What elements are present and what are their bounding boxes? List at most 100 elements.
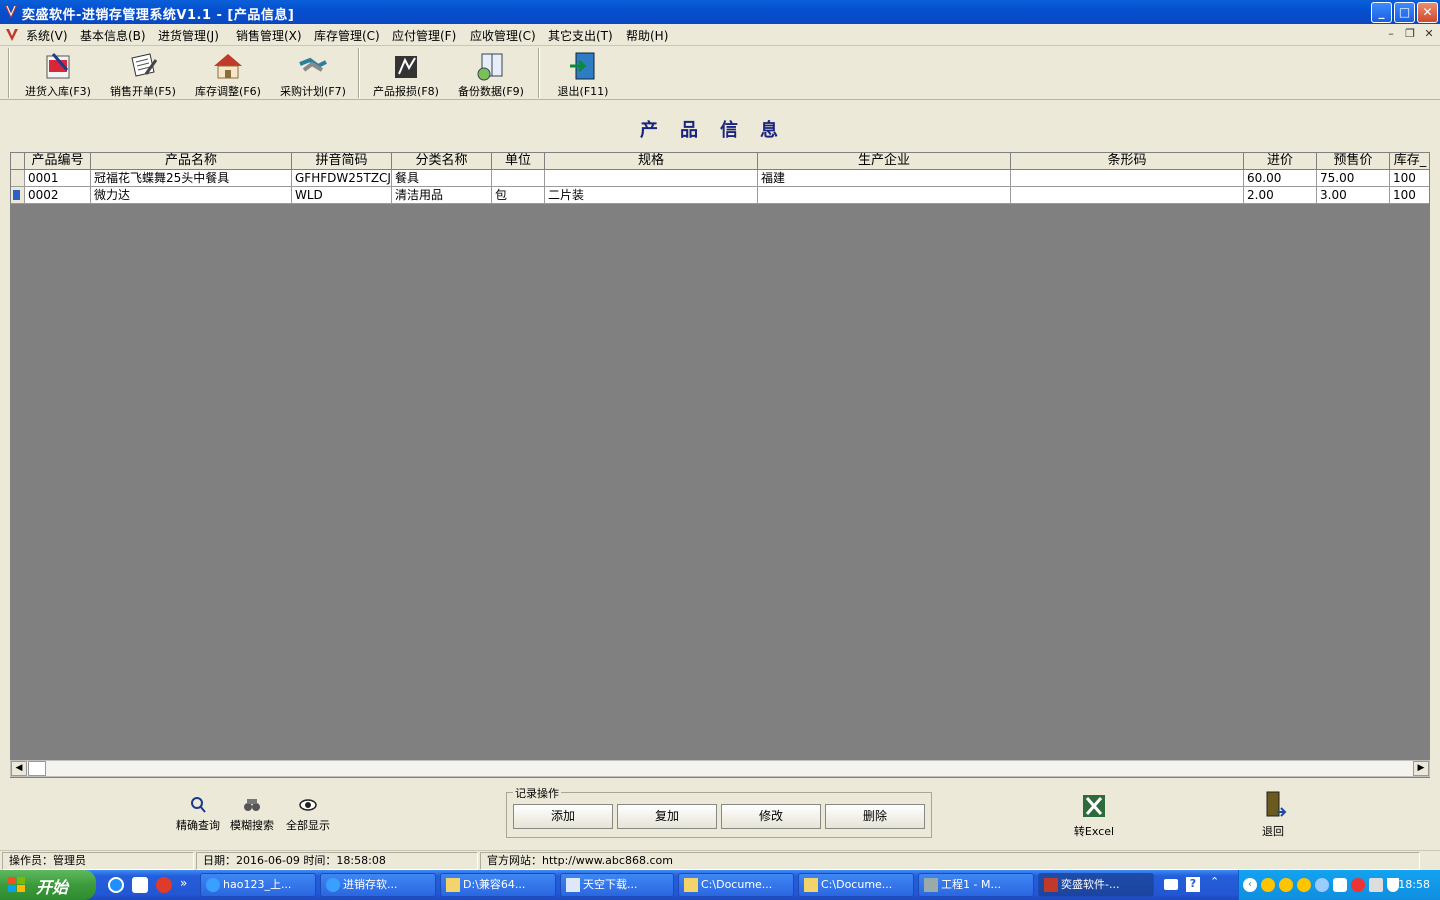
cell-price[interactable]: 3.00 bbox=[1317, 187, 1390, 204]
cell-unit[interactable] bbox=[492, 170, 545, 187]
taskbar-item[interactable]: 进销存软... bbox=[320, 873, 436, 897]
cell-barcode[interactable] bbox=[1011, 187, 1244, 204]
export-excel-button[interactable]: 转Excel bbox=[1064, 792, 1124, 839]
back-button[interactable]: 退回 bbox=[1248, 790, 1298, 839]
keyboard-icon[interactable] bbox=[1164, 879, 1178, 890]
maximize-button[interactable]: □ bbox=[1394, 2, 1415, 23]
exact-search-button[interactable]: 精确查询 bbox=[172, 796, 224, 833]
col-header-pinyin[interactable]: 拼音简码 bbox=[292, 153, 392, 170]
col-header-manufacturer[interactable]: 生产企业 bbox=[758, 153, 1011, 170]
status-bar: 操作员：管理员 日期：2016-06-09 时间：18:58:08 官方网站：h… bbox=[0, 850, 1440, 870]
col-header-name[interactable]: 产品名称 bbox=[91, 153, 292, 170]
cell-category[interactable]: 清洁用品 bbox=[392, 187, 492, 204]
taskbar-item[interactable]: 工程1 - M... bbox=[918, 873, 1034, 897]
col-header-spec[interactable]: 规格 bbox=[545, 153, 758, 170]
row-indicator[interactable] bbox=[11, 170, 25, 187]
cell-unit[interactable]: 包 bbox=[492, 187, 545, 204]
qq-tray-icon[interactable] bbox=[1261, 878, 1275, 892]
menu-sales[interactable]: 销售管理(X) bbox=[236, 27, 302, 44]
menu-receivables[interactable]: 应收管理(C) bbox=[470, 27, 536, 44]
col-header-unit[interactable]: 单位 bbox=[492, 153, 545, 170]
mdi-minimize-button[interactable]: – bbox=[1383, 27, 1399, 41]
edit-button[interactable]: 修改 bbox=[721, 804, 821, 829]
cell-spec[interactable] bbox=[545, 170, 758, 187]
taskbar-item[interactable]: 天空下载... bbox=[560, 873, 674, 897]
cell-price[interactable]: 75.00 bbox=[1317, 170, 1390, 187]
cell-code[interactable]: 0002 bbox=[25, 187, 91, 204]
col-header-price[interactable]: 预售价 bbox=[1317, 153, 1390, 170]
scroll-left-icon[interactable]: ◀ bbox=[11, 761, 27, 776]
cell-stock[interactable]: 100 bbox=[1390, 187, 1429, 204]
minimize-button[interactable]: _ bbox=[1371, 2, 1392, 23]
menu-purchase[interactable]: 进货管理(J) bbox=[158, 27, 219, 44]
quicklaunch-overflow-icon[interactable]: » bbox=[180, 876, 187, 890]
col-header-barcode[interactable]: 条形码 bbox=[1011, 153, 1244, 170]
qq-tray-icon[interactable] bbox=[1279, 878, 1293, 892]
menu-system[interactable]: 系统(V) bbox=[26, 27, 68, 44]
tray-expand-icon[interactable]: ⌃ bbox=[1210, 875, 1219, 888]
col-header-code[interactable]: 产品编号 bbox=[25, 153, 91, 170]
qq-tray-icon[interactable] bbox=[1297, 878, 1311, 892]
menu-help[interactable]: 帮助(H) bbox=[626, 27, 668, 44]
fuzzy-search-button[interactable]: 模糊搜索 bbox=[226, 796, 278, 833]
horizontal-scrollbar[interactable]: ◀ ▶ bbox=[10, 760, 1430, 777]
taskbar-item[interactable]: C:\Docume... bbox=[678, 873, 794, 897]
sales-order-button[interactable]: 销售开单(F5) bbox=[103, 48, 183, 98]
exit-button[interactable]: 退出(F11) bbox=[546, 48, 620, 98]
excel-icon bbox=[1083, 795, 1105, 817]
start-button[interactable]: 开始 bbox=[0, 870, 96, 900]
show-all-button[interactable]: 全部显示 bbox=[282, 796, 334, 833]
copy-add-button[interactable]: 复加 bbox=[617, 804, 717, 829]
menu-inventory[interactable]: 库存管理(C) bbox=[314, 27, 380, 44]
inventory-adjust-button[interactable]: 库存调整(F6) bbox=[188, 48, 268, 98]
ie-quicklaunch-icon[interactable] bbox=[108, 877, 124, 893]
cell-pinyin[interactable]: GFHFDW25TZCJ bbox=[292, 170, 392, 187]
add-button[interactable]: 添加 bbox=[513, 804, 613, 829]
volume-tray-icon[interactable] bbox=[1369, 878, 1383, 892]
col-header-cost[interactable]: 进价 bbox=[1244, 153, 1317, 170]
close-button[interactable]: ✕ bbox=[1417, 2, 1438, 23]
security-tray-icon[interactable] bbox=[1351, 878, 1365, 892]
help-icon[interactable]: ? bbox=[1186, 877, 1200, 892]
cell-stock[interactable]: 100 bbox=[1390, 170, 1429, 187]
taskbar-item[interactable]: hao123_上... bbox=[200, 873, 316, 897]
product-grid[interactable]: 产品编号 产品名称 拼音简码 分类名称 单位 规格 生产企业 条形码 进价 预售… bbox=[10, 152, 1430, 778]
cell-manufacturer[interactable]: 福建 bbox=[758, 170, 1011, 187]
mdi-close-button[interactable]: ✕ bbox=[1421, 27, 1437, 41]
tray-collapse-icon[interactable]: ‹ bbox=[1243, 878, 1257, 892]
col-header-stock[interactable]: 库存_ bbox=[1390, 153, 1429, 170]
menu-basic-info[interactable]: 基本信息(B) bbox=[80, 27, 146, 44]
cell-category[interactable]: 餐具 bbox=[392, 170, 492, 187]
cell-manufacturer[interactable] bbox=[758, 187, 1011, 204]
mdi-restore-button[interactable]: ❐ bbox=[1402, 27, 1418, 41]
qq-quicklaunch-icon[interactable] bbox=[156, 877, 172, 893]
cell-pinyin[interactable]: WLD bbox=[292, 187, 392, 204]
cell-code[interactable]: 0001 bbox=[25, 170, 91, 187]
cell-name[interactable]: 微力达 bbox=[91, 187, 292, 204]
purchase-plan-button[interactable]: 采购计划(F7) bbox=[273, 48, 353, 98]
cell-spec[interactable]: 二片装 bbox=[545, 187, 758, 204]
delete-button[interactable]: 删除 bbox=[825, 804, 925, 829]
purchase-in-button[interactable]: 进货入库(F3) bbox=[18, 48, 98, 98]
browser-quicklaunch-icon[interactable] bbox=[132, 877, 148, 893]
menu-payables[interactable]: 应付管理(F) bbox=[392, 27, 456, 44]
app-menu-icon[interactable] bbox=[4, 27, 20, 43]
taskbar-item-active[interactable]: 奕盛软件-... bbox=[1038, 873, 1154, 897]
cell-cost[interactable]: 60.00 bbox=[1244, 170, 1317, 187]
network-tray-icon[interactable] bbox=[1315, 878, 1329, 892]
menu-other-expenses[interactable]: 其它支出(T) bbox=[548, 27, 613, 44]
cell-barcode[interactable] bbox=[1011, 170, 1244, 187]
taskbar-item[interactable]: C:\Docume... bbox=[798, 873, 914, 897]
backup-button[interactable]: 备份数据(F9) bbox=[451, 48, 531, 98]
product-loss-button[interactable]: 产品报损(F8) bbox=[366, 48, 446, 98]
antivirus-tray-icon[interactable] bbox=[1333, 878, 1347, 892]
shield-icon[interactable] bbox=[1387, 878, 1399, 892]
row-indicator-selected[interactable] bbox=[11, 187, 25, 204]
scroll-right-icon[interactable]: ▶ bbox=[1413, 761, 1429, 776]
cell-cost[interactable]: 2.00 bbox=[1244, 187, 1317, 204]
cell-name[interactable]: 冠福花飞蝶舞25头中餐具 bbox=[91, 170, 292, 187]
taskbar-item[interactable]: D:\兼容64... bbox=[440, 873, 556, 897]
clock[interactable]: 18:58 bbox=[1398, 878, 1430, 891]
col-header-category[interactable]: 分类名称 bbox=[392, 153, 492, 170]
scroll-thumb[interactable] bbox=[28, 761, 46, 776]
